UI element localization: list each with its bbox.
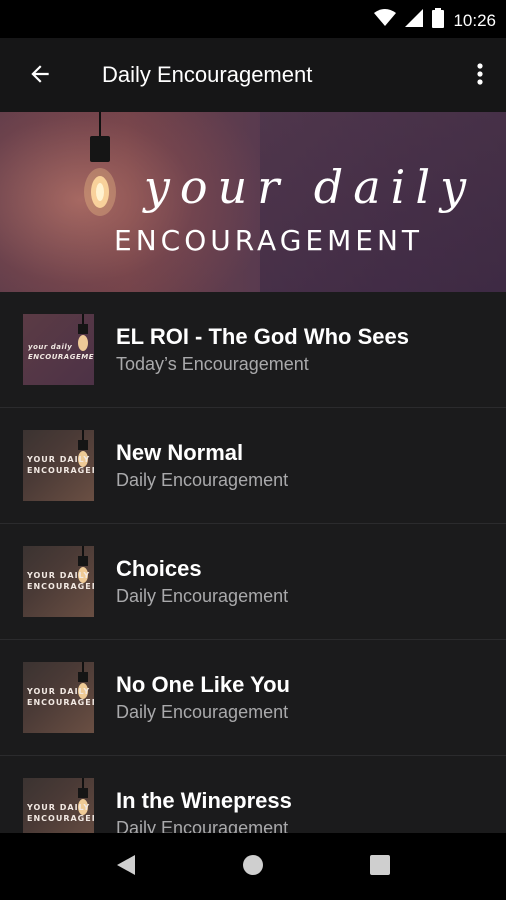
item-subtitle: Daily Encouragement — [116, 470, 289, 490]
circle-home-icon — [241, 853, 265, 882]
list-item[interactable]: YOUR DAILY ENCOURAGEMENT Choices Daily E… — [0, 524, 506, 640]
thumbnail-text: YOUR DAILY ENCOURAGEMENT — [27, 687, 94, 707]
episode-thumbnail: YOUR DAILY ENCOURAGEMENT — [23, 778, 94, 833]
nav-back-button[interactable] — [110, 851, 142, 883]
back-button[interactable] — [20, 56, 60, 96]
status-time: 10:26 — [453, 10, 496, 30]
signal-icon — [405, 9, 424, 32]
nav-home-button[interactable] — [237, 851, 269, 883]
battery-icon — [432, 8, 445, 33]
episode-thumbnail: YOUR DAILY ENCOURAGEMENT — [23, 662, 94, 733]
thumbnail-text: your daily ENCOURAGEMENT — [28, 343, 94, 361]
item-title: In the Winepress — [116, 788, 292, 813]
item-subtitle: Daily Encouragement — [116, 818, 289, 833]
item-title: No One Like You — [116, 672, 290, 697]
arrow-back-icon — [27, 61, 53, 92]
page-title: Daily Encouragement — [102, 62, 313, 87]
overflow-menu-button[interactable] — [468, 56, 492, 96]
list-item[interactable]: YOUR DAILY ENCOURAGEMENT No One Like You… — [0, 640, 506, 756]
more-vert-icon — [477, 62, 483, 91]
thumbnail-text: YOUR DAILY ENCOURAGEMENT — [27, 803, 94, 823]
item-subtitle: Today’s Encouragement — [116, 354, 309, 374]
item-subtitle: Daily Encouragement — [116, 586, 289, 606]
item-title: Choices — [116, 556, 202, 581]
thumbnail-text: YOUR DAILY ENCOURAGEMENT — [27, 571, 94, 591]
hero-title-script: your daily — [143, 160, 477, 214]
app-bar: Daily Encouragement — [0, 38, 506, 112]
list-item[interactable]: your daily ENCOURAGEMENT EL ROI - The Go… — [0, 292, 506, 408]
wifi-icon — [374, 9, 397, 32]
episode-thumbnail: YOUR DAILY ENCOURAGEMENT — [23, 546, 94, 617]
status-icons: 10:26 — [374, 8, 496, 33]
list-item[interactable]: YOUR DAILY ENCOURAGEMENT In the Winepres… — [0, 756, 506, 833]
item-title: New Normal — [116, 440, 244, 465]
episode-list: your daily ENCOURAGEMENT EL ROI - The Go… — [0, 292, 506, 833]
episode-thumbnail: YOUR DAILY ENCOURAGEMENT — [23, 430, 94, 501]
item-subtitle: Daily Encouragement — [116, 702, 289, 722]
hero-banner: your daily ENCOURAGEMENT — [0, 112, 506, 292]
system-nav-bar — [0, 833, 506, 900]
episode-thumbnail: your daily ENCOURAGEMENT — [23, 314, 94, 385]
status-bar: 10:26 — [0, 0, 506, 38]
list-item[interactable]: YOUR DAILY ENCOURAGEMENT New Normal Dail… — [0, 408, 506, 524]
hero-title-caps: ENCOURAGEMENT — [114, 224, 423, 257]
light-bulb-image — [80, 112, 120, 227]
square-recents-icon — [369, 854, 391, 881]
item-title: EL ROI - The God Who Sees — [116, 324, 409, 349]
triangle-back-icon — [115, 853, 137, 882]
thumbnail-text: YOUR DAILY ENCOURAGEMENT — [27, 455, 94, 475]
nav-recents-button[interactable] — [364, 851, 396, 883]
